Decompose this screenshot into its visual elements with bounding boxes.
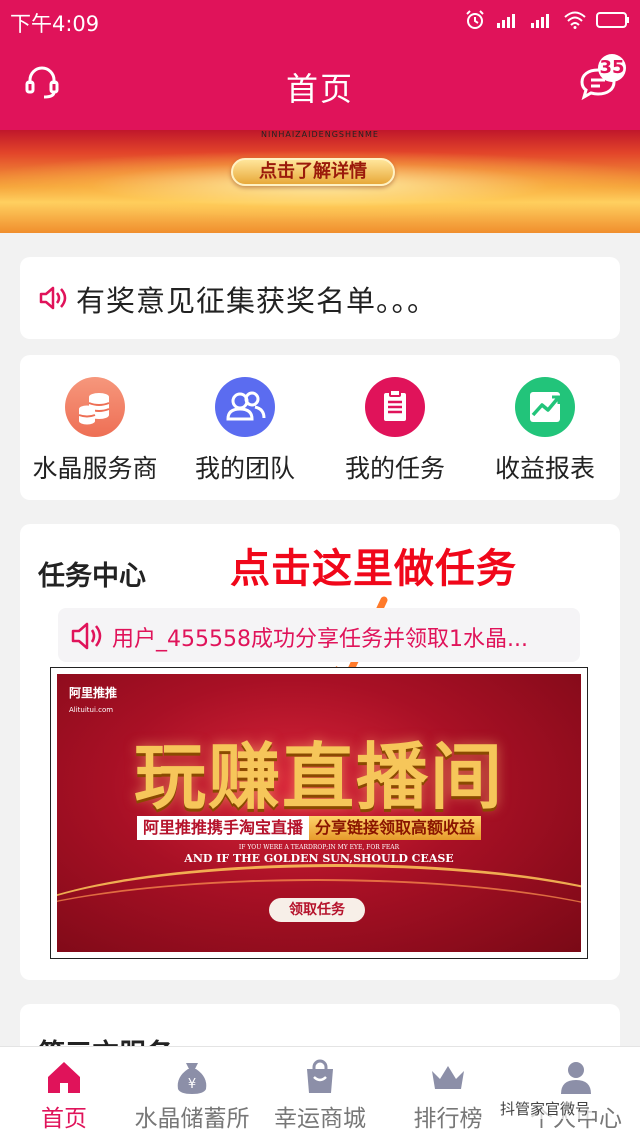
promo-logo-url: Alituitui.com — [69, 706, 114, 714]
clipboard-icon — [365, 377, 425, 437]
bottom-nav: 首页 ¥ 水晶储蓄所 幸运商城 排行榜 个人中心 — [0, 1046, 640, 1137]
claim-task-button[interactable]: 领取任务 — [269, 898, 365, 922]
nav-crystal-savings[interactable]: ¥ 水晶储蓄所 — [122, 1047, 262, 1137]
promo-sub-a: 阿里推推携手淘宝直播 — [137, 816, 310, 840]
task-center-card: 任务中心 点击这里做任务 用户_455558成功分享任务并领取1水晶... 阿里… — [20, 524, 620, 980]
quick-item-label: 水晶服务商 — [32, 454, 158, 483]
status-time: 下午4:09 — [10, 12, 100, 36]
task-center-title: 任务中心 — [38, 561, 146, 592]
signal-icon-2 — [531, 14, 549, 28]
notice-card[interactable]: 有奖意见征集获奖名单。。。 — [20, 257, 620, 339]
quick-item-earnings-report[interactable]: 收益报表 — [470, 377, 620, 487]
task-ticker: 用户_455558成功分享任务并领取1水晶... — [58, 608, 580, 662]
message-badge: 35 — [598, 54, 626, 82]
quick-item-label: 我的团队 — [194, 454, 295, 483]
task-hint-text: 点击这里做任务 — [230, 546, 517, 592]
page-title: 首页 — [285, 70, 354, 108]
quick-item-label: 我的任务 — [344, 454, 445, 483]
top-bar: 下午4:09 首页 35 — [0, 0, 640, 130]
quick-item-label: 收益报表 — [494, 454, 595, 483]
shopping-bag-icon — [307, 1059, 333, 1093]
promo-logo-name: 阿里推推 — [69, 686, 118, 700]
nav-profile[interactable]: 个人中心 — [506, 1047, 640, 1137]
messages-button[interactable]: 35 — [578, 54, 626, 102]
nav-home[interactable]: 首页 — [0, 1047, 134, 1137]
chart-icon — [515, 377, 575, 437]
team-icon — [215, 377, 275, 437]
crown-icon — [432, 1066, 464, 1089]
quick-item-crystal-provider[interactable]: 水晶服务商 — [20, 377, 170, 487]
money-bag-icon: ¥ — [177, 1063, 207, 1094]
signal-icon — [497, 14, 515, 28]
home-icon — [48, 1062, 80, 1093]
banner-detail-button[interactable]: 点击了解详情 — [231, 158, 395, 186]
quick-item-my-team[interactable]: 我的团队 — [170, 377, 320, 487]
promo-english-small: IF YOU WERE A TEARDROP;IN MY EYE, FOR FE… — [238, 844, 400, 851]
coins-icon — [65, 377, 125, 437]
promo-headline: 玩赚直播间 — [133, 734, 504, 819]
speaker-icon — [71, 622, 102, 650]
promo-banner[interactable]: NINHAIZAIDENGSHENME 点击了解详情 — [0, 130, 640, 233]
nav-label: 首页 — [41, 1106, 87, 1132]
banner-tiny-text: NINHAIZAIDENGSHENME — [261, 130, 379, 139]
quick-menu: 水晶服务商 我的团队 我的任务 收益报表 — [20, 355, 620, 500]
promo-image[interactable]: 阿里推推 Alituitui.com 玩赚直播间 阿里推推携手淘宝直播 分享链接… — [57, 674, 581, 952]
promo-subtitle: 阿里推推携手淘宝直播 分享链接领取高额收益 — [137, 816, 482, 840]
live-room-task-banner[interactable]: 阿里推推 Alituitui.com 玩赚直播间 阿里推推携手淘宝直播 分享链接… — [50, 667, 588, 959]
promo-sub-b: 分享链接领取高额收益 — [309, 816, 482, 840]
nav-label: 排行榜 — [413, 1106, 483, 1132]
status-bar: 下午4:09 — [0, 0, 640, 40]
alarm-icon — [466, 10, 484, 29]
wifi-icon — [564, 11, 586, 29]
ticker-text: 用户_455558成功分享任务并领取1水晶... — [112, 627, 528, 652]
nav-lucky-mall[interactable]: 幸运商城 — [250, 1047, 390, 1137]
nav-leaderboard[interactable]: 排行榜 — [378, 1047, 518, 1137]
nav-label: 水晶储蓄所 — [134, 1106, 250, 1132]
battery-icon — [596, 12, 629, 28]
quick-item-my-tasks[interactable]: 我的任务 — [320, 377, 470, 487]
status-icons — [464, 9, 630, 31]
svg-text:¥: ¥ — [188, 1077, 196, 1092]
promo-logo: 阿里推推 Alituitui.com — [69, 684, 117, 715]
speaker-icon — [39, 286, 67, 310]
promo-english-big: AND IF THE GOLDEN SUN,SHOULD CEASE — [184, 852, 454, 865]
watermark: 抖管家官微号 — [498, 1098, 593, 1119]
user-icon — [561, 1062, 591, 1094]
nav-label: 幸运商城 — [274, 1106, 366, 1132]
notice-text: 有奖意见征集获奖名单。。。 — [76, 284, 438, 318]
